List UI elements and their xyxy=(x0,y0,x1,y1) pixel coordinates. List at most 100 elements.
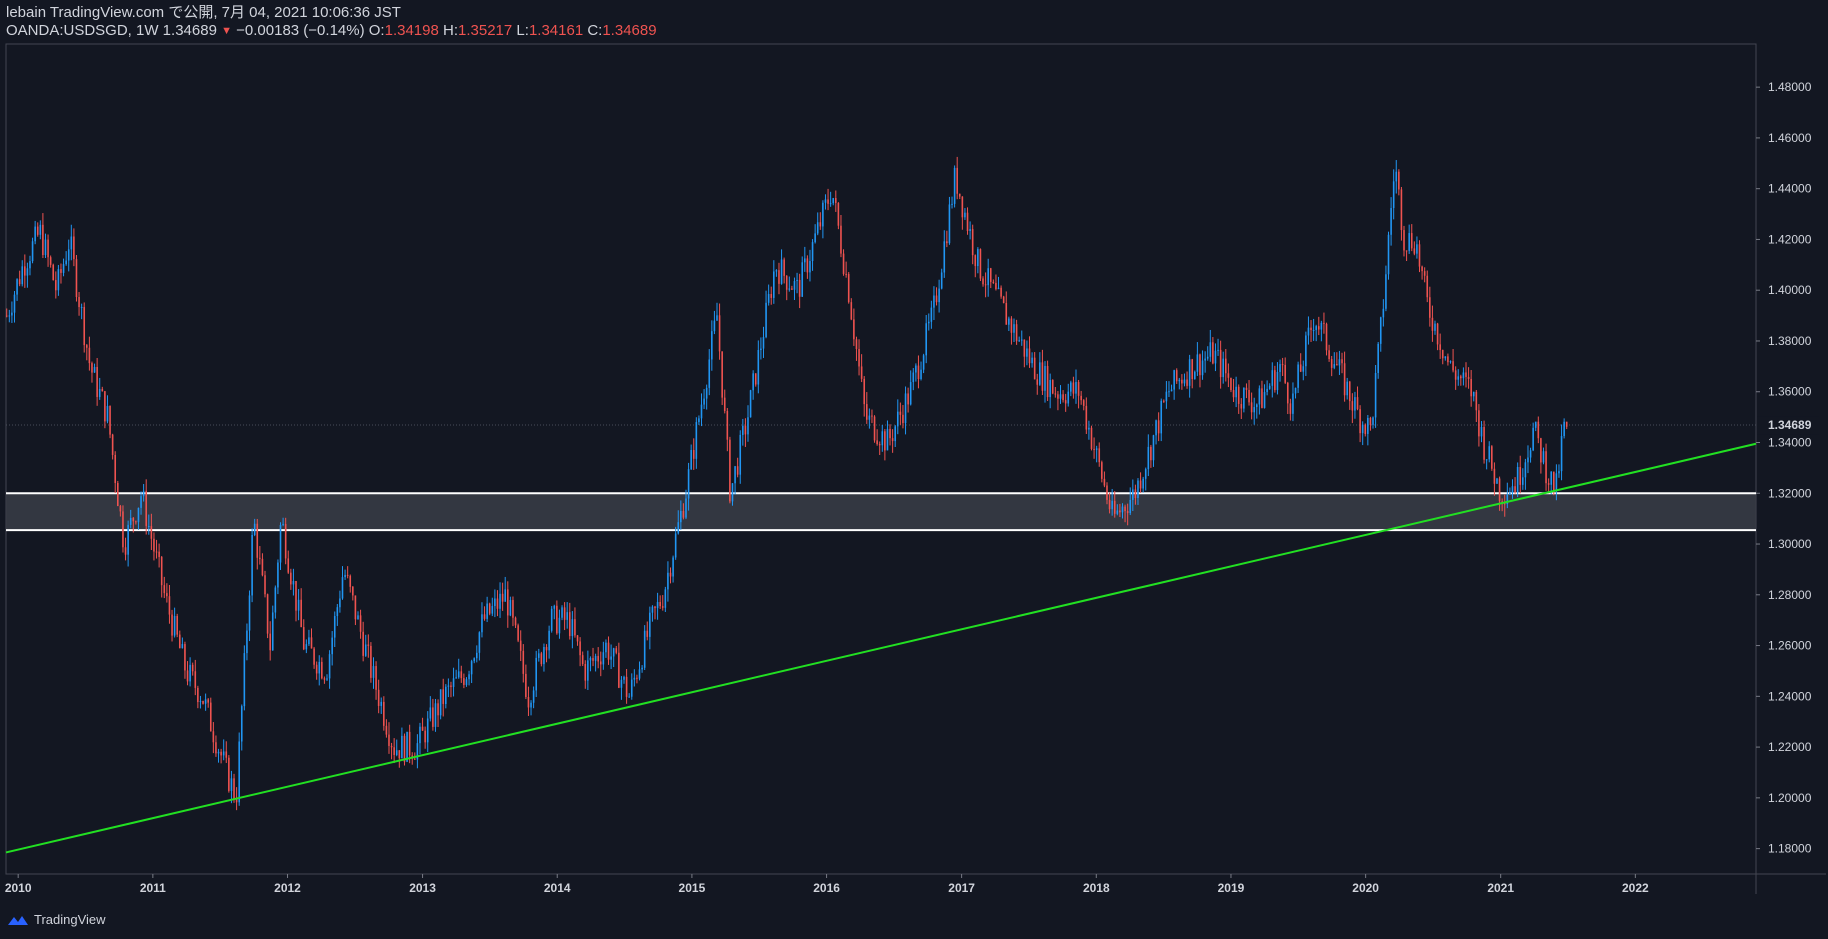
candle-body xyxy=(202,701,204,704)
candle-body xyxy=(1186,379,1188,386)
candle-body xyxy=(463,678,465,685)
candle-body xyxy=(571,619,574,637)
candle-body xyxy=(1369,417,1372,425)
candle-body xyxy=(899,411,902,415)
candle-body xyxy=(506,589,509,616)
candle-body xyxy=(1364,424,1367,434)
candle-body xyxy=(1498,478,1501,502)
candle-body xyxy=(865,404,868,420)
candle-body xyxy=(804,258,806,263)
candle-body xyxy=(1116,510,1119,514)
candle-body xyxy=(233,778,235,799)
candle-body xyxy=(455,677,457,679)
candle-body xyxy=(845,273,847,275)
candle-body xyxy=(178,634,181,649)
candle-body xyxy=(1077,382,1080,396)
candle-body xyxy=(837,202,840,226)
candle-body xyxy=(940,272,943,289)
candle-body xyxy=(1163,400,1165,402)
candle-body xyxy=(310,637,313,649)
time-tick-label: 2020 xyxy=(1352,881,1379,895)
candle-body xyxy=(752,373,754,391)
candle-body xyxy=(891,438,894,442)
candle-body xyxy=(1382,308,1385,318)
candle-body xyxy=(729,439,731,502)
candle-body xyxy=(292,581,295,585)
candle-body xyxy=(57,269,60,291)
candle-body xyxy=(359,615,362,632)
candle-body xyxy=(1243,387,1245,409)
price-tick-label: 1.32000 xyxy=(1768,486,1812,500)
support-zone[interactable] xyxy=(6,492,1756,532)
candle-body xyxy=(375,666,377,690)
candle-body xyxy=(762,337,765,349)
candle-body xyxy=(1245,387,1248,390)
candle-body xyxy=(1101,462,1103,479)
candle-body xyxy=(1483,427,1485,460)
candle-body xyxy=(1416,244,1418,254)
candle-body xyxy=(401,735,403,759)
candle-body xyxy=(1165,391,1168,402)
candle-body xyxy=(460,671,463,679)
candle-body xyxy=(251,535,253,596)
price-chart[interactable]: 1.18000 1.20000 1.22000 1.24000 1.26000 1.280… xyxy=(0,0,1828,939)
footer-brand[interactable]: TradingView xyxy=(34,912,106,927)
candle-body xyxy=(158,551,160,557)
candle-body xyxy=(953,167,956,204)
candle-body xyxy=(184,644,186,671)
candle-body xyxy=(1072,382,1075,394)
candle-body xyxy=(354,595,357,620)
candle-body xyxy=(1059,394,1062,399)
candle-body xyxy=(509,600,512,616)
candle-body xyxy=(1529,450,1532,458)
candle-body xyxy=(1263,392,1266,408)
candle-body xyxy=(93,366,96,373)
candle-body xyxy=(135,521,137,523)
time-axis[interactable]: 2010 2011 2012 2013 2014 2015 2016 2017 2018 2019… xyxy=(5,874,1649,895)
candle-body xyxy=(1289,403,1292,414)
candle-body xyxy=(979,249,982,279)
candle-body xyxy=(333,616,336,638)
candle-body xyxy=(734,466,736,484)
candle-body xyxy=(16,279,18,295)
candle-body xyxy=(207,699,209,703)
candle-body xyxy=(1449,361,1452,363)
candle-body xyxy=(881,431,884,446)
candle-body xyxy=(587,660,589,681)
candle-body xyxy=(1315,326,1317,330)
candle-body xyxy=(352,586,354,596)
candle-body xyxy=(313,648,315,665)
candle-body xyxy=(1214,350,1217,364)
candle-body xyxy=(220,751,222,756)
time-tick-label: 2013 xyxy=(409,881,436,895)
candle-body xyxy=(982,278,984,285)
candle-body xyxy=(1240,403,1243,409)
candle-body xyxy=(1219,349,1222,378)
candle-body xyxy=(858,348,860,367)
candle-body xyxy=(73,236,75,260)
candle-body xyxy=(429,707,432,719)
time-tick-label: 2018 xyxy=(1083,881,1110,895)
candle-body xyxy=(1390,208,1392,235)
candle-body xyxy=(1519,467,1522,485)
candle-body xyxy=(274,587,277,613)
candle-body xyxy=(403,735,406,762)
candle-body xyxy=(1377,343,1379,373)
candle-body xyxy=(191,664,194,672)
time-tick-label: 2021 xyxy=(1487,881,1514,895)
candle-body xyxy=(992,281,995,283)
candle-body xyxy=(124,547,127,555)
candle-body xyxy=(889,428,891,439)
candle-body xyxy=(295,581,297,611)
candle-body xyxy=(530,702,532,708)
candle-body xyxy=(1408,233,1410,251)
support-zone-fill[interactable] xyxy=(6,493,1756,531)
candle-body xyxy=(757,350,760,385)
candle-body xyxy=(1516,467,1519,493)
candle-body xyxy=(1020,339,1023,341)
price-axis[interactable]: 1.18000 1.20000 1.22000 1.24000 1.26000 1.280… xyxy=(1756,80,1819,856)
candle-body xyxy=(473,658,476,662)
candle-body xyxy=(783,259,785,276)
candle-body xyxy=(1491,446,1493,469)
candle-body xyxy=(695,422,698,459)
